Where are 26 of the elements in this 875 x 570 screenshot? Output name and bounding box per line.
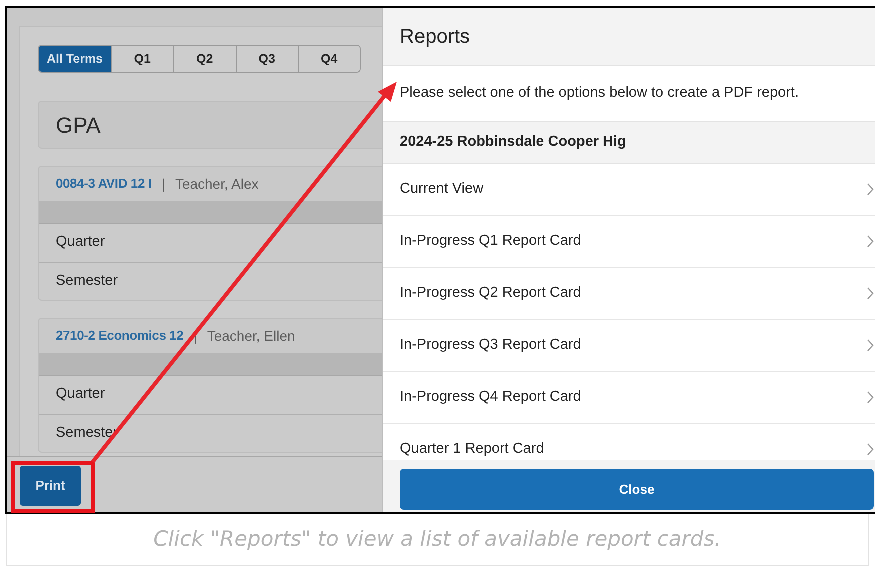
row-label: Semester xyxy=(56,272,118,291)
panel-title: Reports xyxy=(400,24,470,50)
separator: | xyxy=(162,174,166,194)
chevron-icon xyxy=(867,339,874,352)
chevron-icon xyxy=(867,443,874,456)
report-option[interactable]: In-Progress Q2 Report Card xyxy=(383,268,875,320)
teacher-name: Teacher, Alex xyxy=(175,174,259,194)
gpa-header: GPA xyxy=(38,101,382,149)
teacher-name: Teacher, Ellen xyxy=(207,326,296,346)
chevron-icon xyxy=(867,235,874,248)
print-button[interactable]: Print xyxy=(20,466,81,506)
chevron-icon xyxy=(867,287,874,300)
school-heading: 2024-25 Robbinsdale Cooper Hig xyxy=(400,132,626,152)
chevron-icon xyxy=(867,183,874,196)
row-label: Quarter xyxy=(56,385,106,404)
term-tab[interactable]: All Terms xyxy=(39,46,111,72)
report-option[interactable]: In-Progress Q1 Report Card xyxy=(383,216,875,268)
close-button[interactable]: Close xyxy=(400,469,874,510)
instruction-text: Please select one of the options below to create a PDF report. xyxy=(400,84,799,103)
report-option[interactable]: In-Progress Q3 Report Card xyxy=(383,320,875,372)
row-label: Quarter xyxy=(56,233,106,252)
report-option[interactable]: Current View xyxy=(383,164,875,216)
chevron-icon xyxy=(867,391,874,404)
report-option[interactable]: In-Progress Q4 Report Card xyxy=(383,372,875,424)
term-tab[interactable]: Q4 xyxy=(298,46,360,72)
caption: Click "Reports" to view a list of available report cards. xyxy=(154,526,722,553)
